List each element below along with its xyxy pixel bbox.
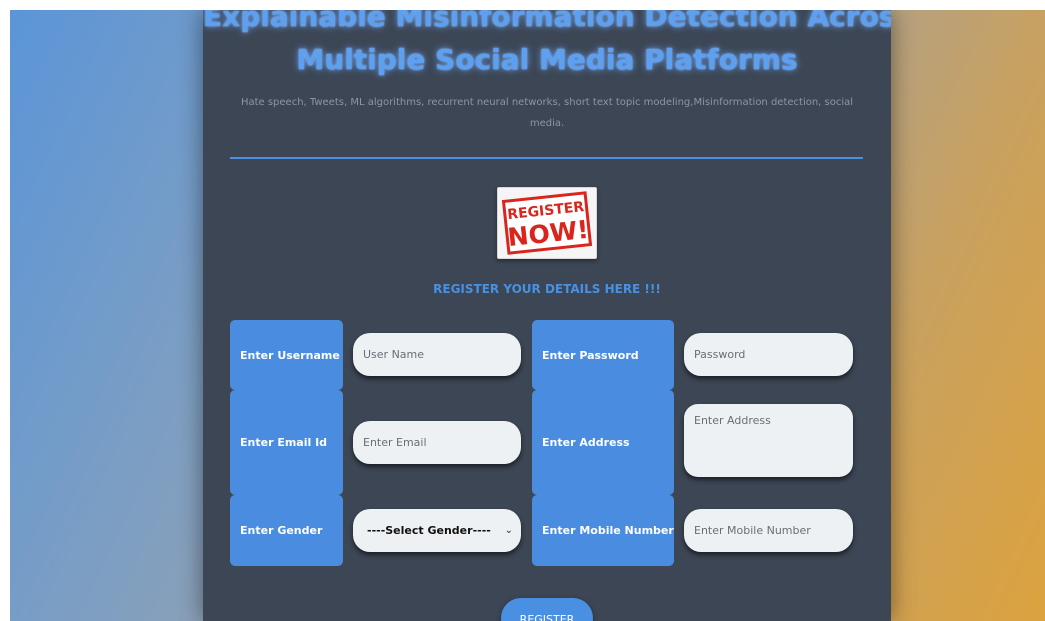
page-title-line-1: Explainable Misinformation Detection Acr… — [203, 10, 891, 33]
form-heading: REGISTER YOUR DETAILS HERE !!! — [433, 282, 661, 296]
gender-select-value: ----Select Gender---- — [367, 524, 491, 537]
address-label: Enter Address — [532, 390, 674, 495]
registration-panel: Explainable Misinformation Detection Acr… — [203, 10, 891, 621]
gender-label: Enter Gender — [230, 495, 343, 566]
address-textarea[interactable] — [684, 404, 853, 477]
email-input[interactable] — [353, 421, 521, 464]
chevron-down-icon: ⌄ — [504, 525, 513, 536]
register-button[interactable]: REGISTER — [501, 598, 593, 621]
mobile-number-label: Enter Mobile Number — [532, 495, 674, 566]
password-input[interactable] — [684, 333, 853, 376]
gender-select[interactable]: ----Select Gender---- ⌄ — [353, 509, 521, 552]
register-now-logo: REGISTER NOW! — [497, 187, 597, 259]
username-input[interactable] — [353, 333, 521, 376]
username-label: Enter Username — [230, 320, 343, 390]
header-divider — [230, 157, 863, 159]
register-now-logo-graphic: REGISTER NOW! — [501, 191, 593, 255]
mobile-number-input[interactable] — [684, 509, 853, 552]
password-label: Enter Password — [532, 320, 674, 390]
page-title-line-2: Multiple Social Media Platforms — [296, 43, 798, 76]
email-label: Enter Email Id — [230, 390, 343, 495]
page-subtitle: Hate speech, Tweets, ML algorithms, recu… — [240, 97, 854, 129]
page-background: Explainable Misinformation Detection Acr… — [10, 10, 1045, 621]
